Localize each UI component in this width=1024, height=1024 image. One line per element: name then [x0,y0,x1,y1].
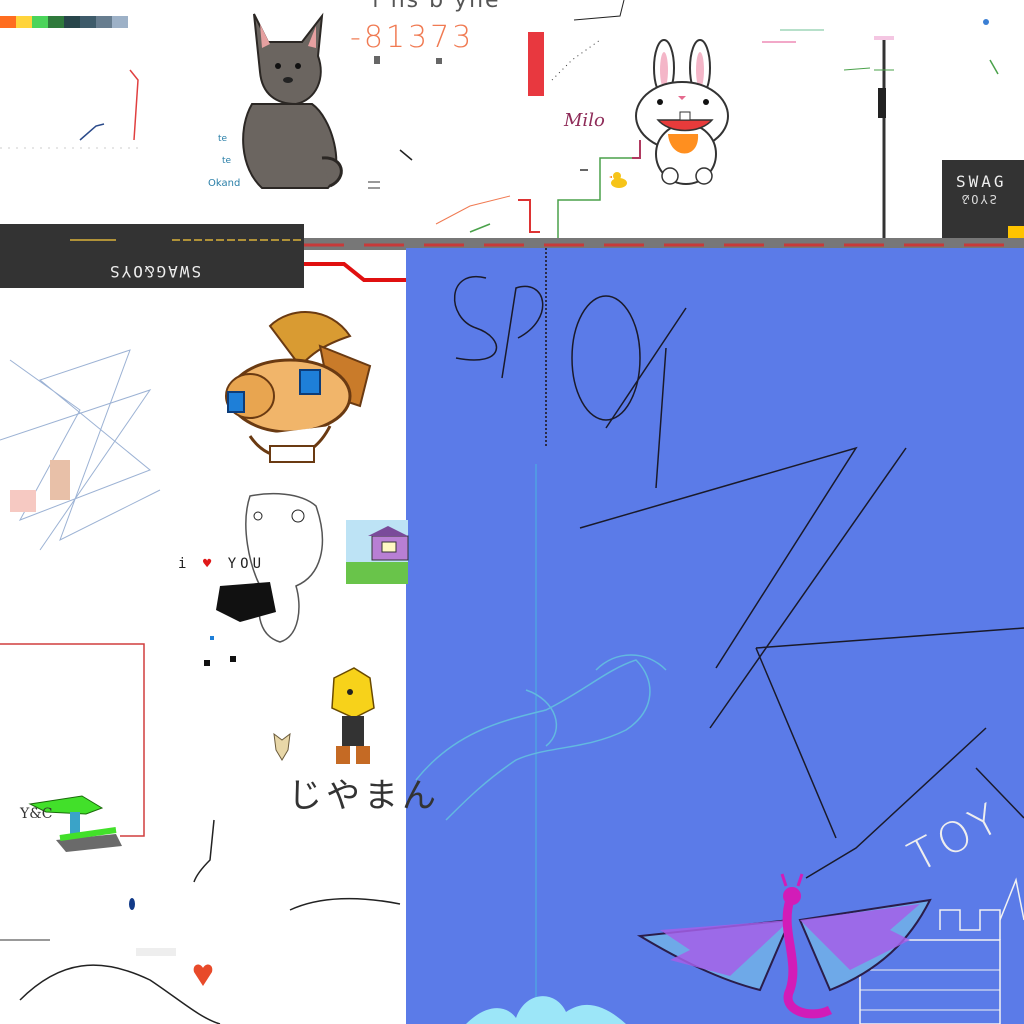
house-building [368,526,409,561]
bottom-left-outlines [0,819,401,1024]
banner-right-subtext: &OYS [962,192,999,206]
number-display: -81373 [350,20,475,55]
rayman-character-icon [225,311,372,463]
colored-line-doodle [518,140,641,240]
banner-left-text: SWAG&OYS [108,262,202,281]
label-te-1: te [218,134,228,144]
i-love-you-prefix: i [178,556,191,572]
label-okand: Okand [208,178,241,189]
small-fox-figure [273,732,291,761]
milo-label: Milo [564,110,605,131]
top-handwriting: f ns b yne [372,0,501,13]
light-blue-scribble [0,349,161,551]
yellow-hedgehog-character-icon [331,667,375,764]
red-zigzag-strip [304,262,406,282]
small-heart-icon [193,964,213,986]
banner-right-text: SWAG [956,172,1007,191]
red-heart-icon: ♥ [202,556,216,572]
gray-cat-drawing-icon [242,12,343,189]
label-te-2: te [222,156,232,166]
phoenix-outline-icon [415,654,667,821]
cyan-waves [466,996,626,1024]
purple-dragon-drawing-icon [636,873,932,1019]
red-bar [528,32,544,96]
i-love-you-text: i ♥ YOU [178,556,265,572]
house-grass [346,562,408,584]
top-right-scribbles [762,19,999,75]
black-pixel-blob [204,582,276,666]
i-love-you-suffix: YOU [227,556,266,572]
drawing-canvas[interactable]: f ns b yne -81373 te te Okand Milo SWAG … [0,0,1024,1024]
